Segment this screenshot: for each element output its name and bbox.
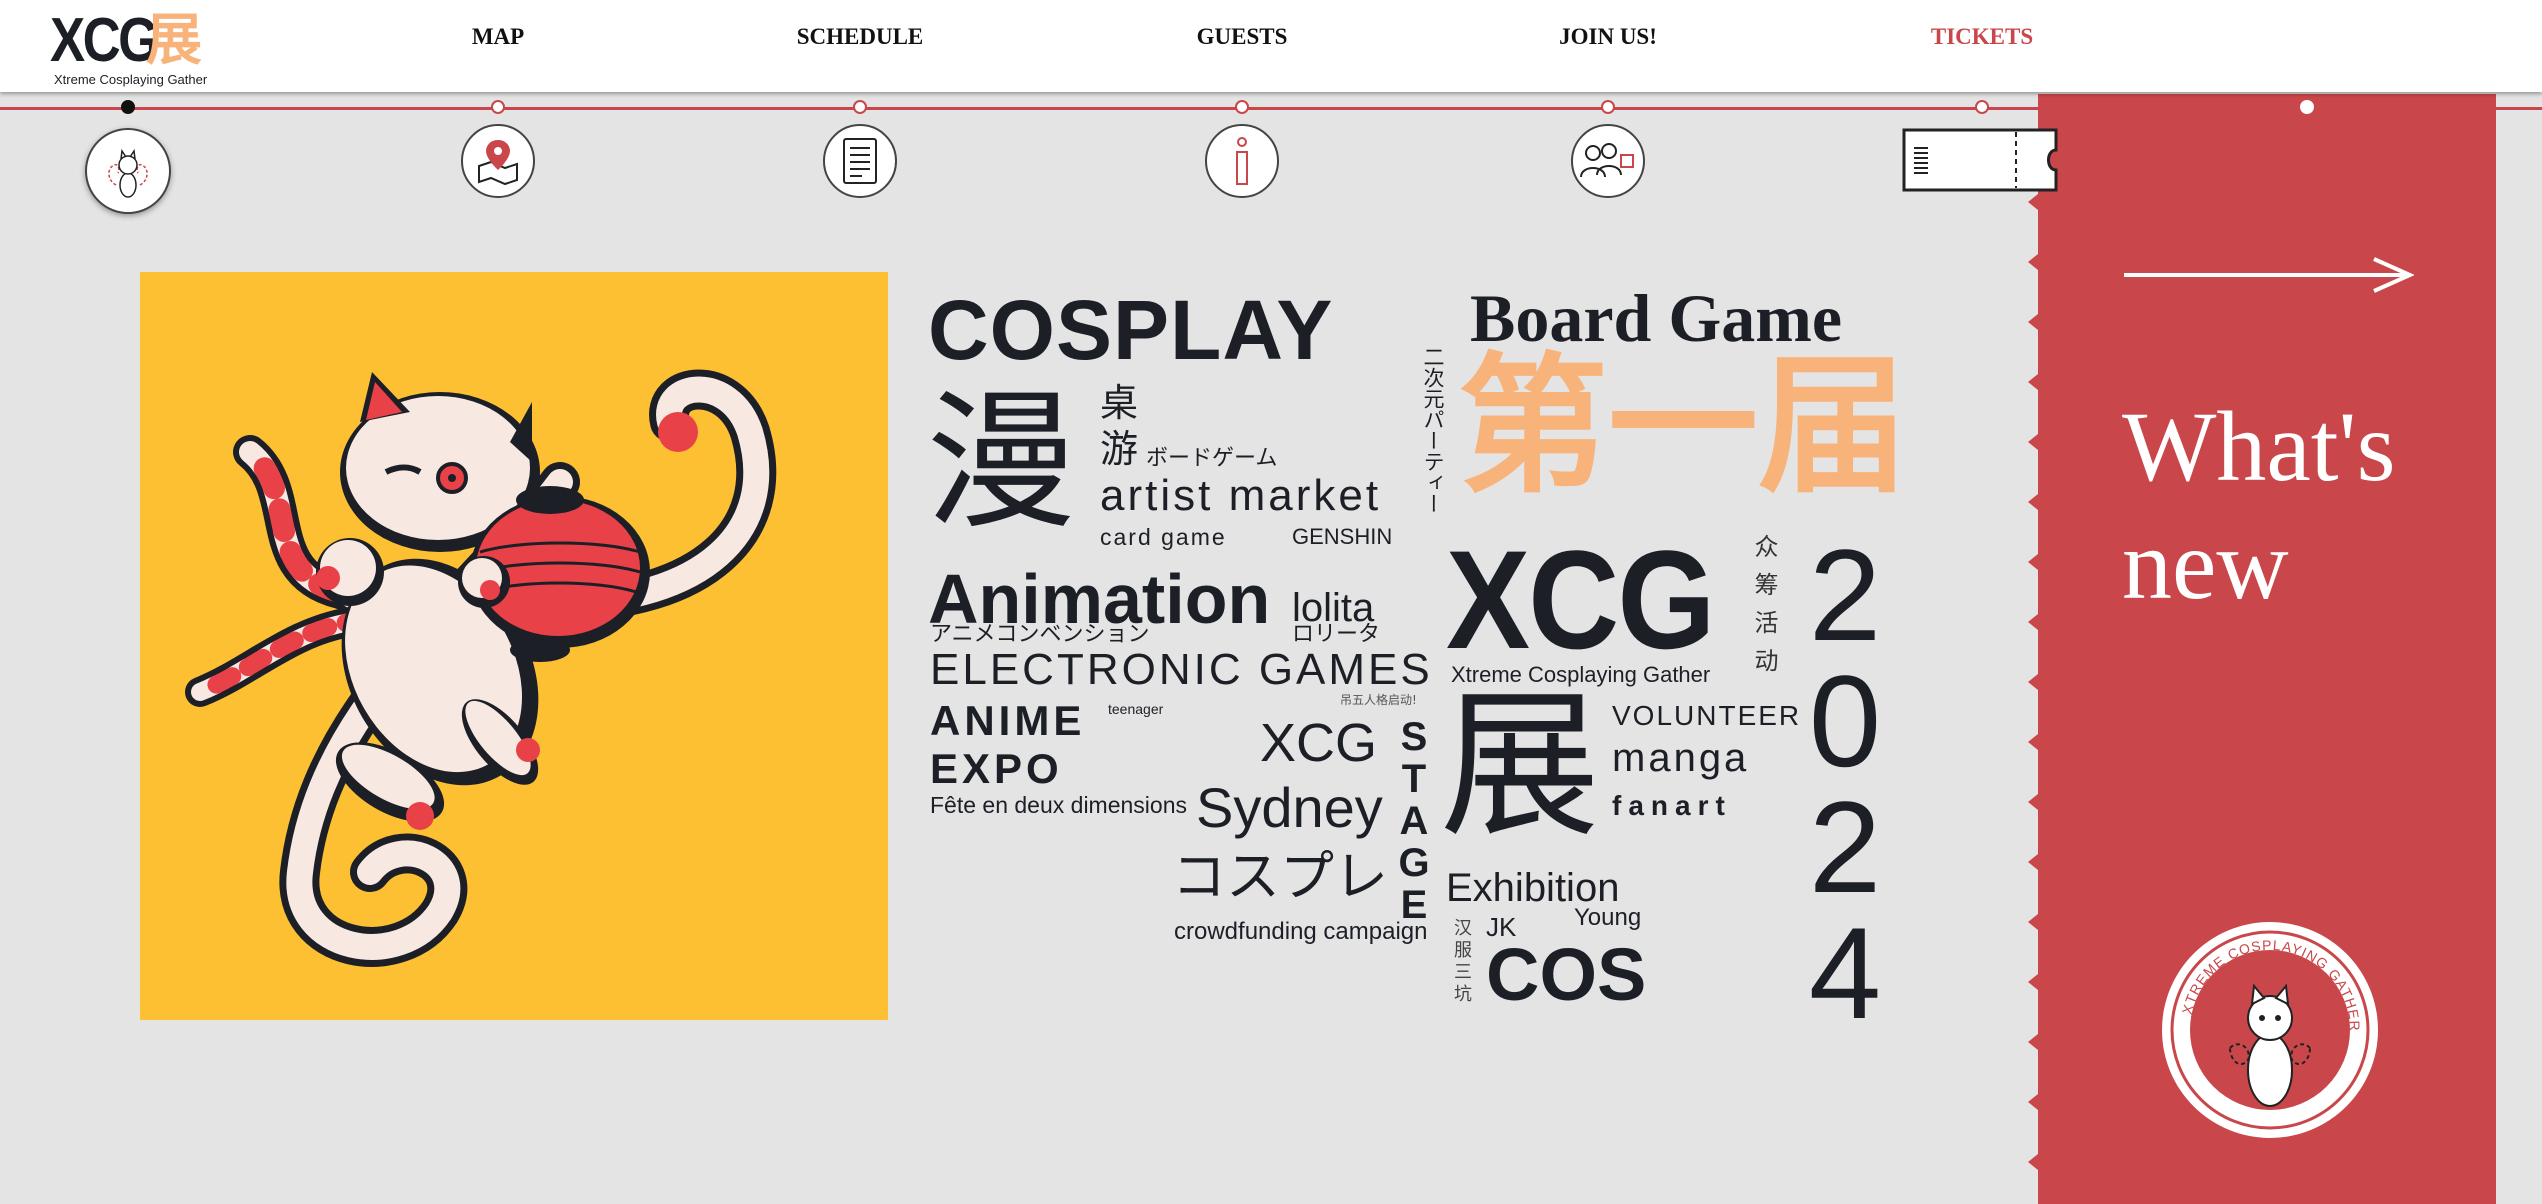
timeline-dot-tickets[interactable]: [1975, 100, 1989, 114]
word-volunteer: VOLUNTEER: [1612, 700, 1802, 731]
word-anime-convention-jp: アニメコンベンション: [930, 622, 1150, 647]
word-boardgame-jp: ボードゲーム: [1146, 446, 1278, 471]
cat-mascot-icon[interactable]: [85, 128, 171, 214]
timeline-dot-schedule[interactable]: [853, 100, 867, 114]
nav-guests[interactable]: GUESTS: [1197, 24, 1288, 50]
nav-join-us[interactable]: JOIN US!: [1559, 24, 1657, 50]
word-card-game: card game: [1100, 524, 1227, 550]
word-stage: S T A G E: [1398, 716, 1430, 926]
arrow-right-icon[interactable]: [2124, 255, 2414, 295]
word-young: Young: [1574, 904, 1642, 931]
word-manga: manga: [1612, 736, 1750, 780]
word-sydney: Sydney: [1196, 776, 1383, 839]
word-cosplay: COSPLAY: [928, 283, 1334, 377]
cat-emblem-badge: XTREME COSPLAYING GATHER: [2162, 922, 2378, 1138]
word-fanart: fanart: [1612, 790, 1732, 821]
nav-schedule[interactable]: SCHEDULE: [797, 24, 924, 50]
year-2024: 2 0 2 4: [1800, 522, 1890, 1046]
top-navigation-bar: XCG 展 Xtreme Cosplaying Gather MAP SCHED…: [0, 0, 2542, 92]
stage-letter: A: [1399, 799, 1429, 843]
word-expo: EXPO: [930, 745, 1063, 792]
word-man: 漫: [926, 376, 1077, 550]
nav-tickets[interactable]: TICKETS: [1931, 24, 2033, 50]
word-nijigen: 二次元パーティー: [1421, 346, 1445, 514]
word-anime: ANIME: [930, 697, 1086, 744]
stage-letter: G: [1398, 841, 1430, 885]
mascot-poster: [140, 272, 888, 1020]
word-electronic-games: ELECTRONIC GAMES: [930, 645, 1433, 694]
logo-subtitle: Xtreme Cosplaying Gather: [54, 72, 208, 87]
word-you: 游: [1100, 427, 1139, 471]
word-tiny-cn: 吊五人格启动!: [1340, 693, 1417, 707]
word-hanfu: 汉服三坑: [1451, 918, 1472, 1006]
word-zhuo: 桌: [1100, 381, 1139, 425]
info-icon[interactable]: [1205, 124, 1279, 198]
ticket-icon[interactable]: [1900, 126, 2060, 194]
timeline-dot-join[interactable]: [1601, 100, 1615, 114]
panel-timeline-dot: [2300, 100, 2314, 114]
word-xcg-small: XCG: [1260, 713, 1378, 773]
stage-letter: T: [1401, 757, 1427, 801]
word-crowd-activity: 众筹活动: [1750, 534, 1778, 686]
word-artist-market: artist market: [1100, 471, 1382, 520]
whats-new-heading[interactable]: What's new: [2122, 388, 2452, 624]
document-list-icon[interactable]: [823, 124, 897, 198]
word-fete: Fête en deux dimensions: [930, 792, 1187, 818]
nav-map[interactable]: MAP: [472, 24, 524, 50]
site-logo[interactable]: XCG 展 Xtreme Cosplaying Gather: [50, 6, 210, 88]
word-crowdfunding: crowdfunding campaign: [1174, 918, 1428, 945]
year-digit: 2: [1808, 774, 1882, 920]
word-cos: COS: [1486, 933, 1647, 1016]
map-pin-icon[interactable]: [461, 124, 535, 198]
word-xcg-big: XCG: [1446, 521, 1715, 678]
timeline-dot-map[interactable]: [491, 100, 505, 114]
panel-serrated-edge: [2028, 94, 2052, 1204]
logo-text: XCG: [50, 6, 159, 75]
word-first-edition: 第一届: [1458, 340, 1909, 514]
cat-mascot-illustration: [185, 369, 777, 967]
timeline-dot-guests[interactable]: [1235, 100, 1249, 114]
word-zhan: 展: [1440, 672, 1601, 859]
word-genshin: GENSHIN: [1292, 524, 1393, 549]
people-icon[interactable]: [1571, 124, 1645, 198]
logo-kanji: 展: [146, 8, 202, 73]
word-teenager: teenager: [1108, 701, 1164, 717]
word-cosplay-jp: コスプレ: [1172, 845, 1388, 908]
timeline-dot-active[interactable]: [121, 100, 135, 114]
stage-letter: S: [1400, 715, 1428, 759]
word-exhibition: Exhibition: [1446, 866, 1620, 910]
year-digit: 2: [1808, 522, 1882, 668]
word-lolita-jp: ロリータ: [1292, 622, 1381, 647]
year-digit: 4: [1808, 900, 1882, 1046]
timeline-line: [0, 107, 2542, 110]
year-digit: 0: [1808, 648, 1882, 794]
